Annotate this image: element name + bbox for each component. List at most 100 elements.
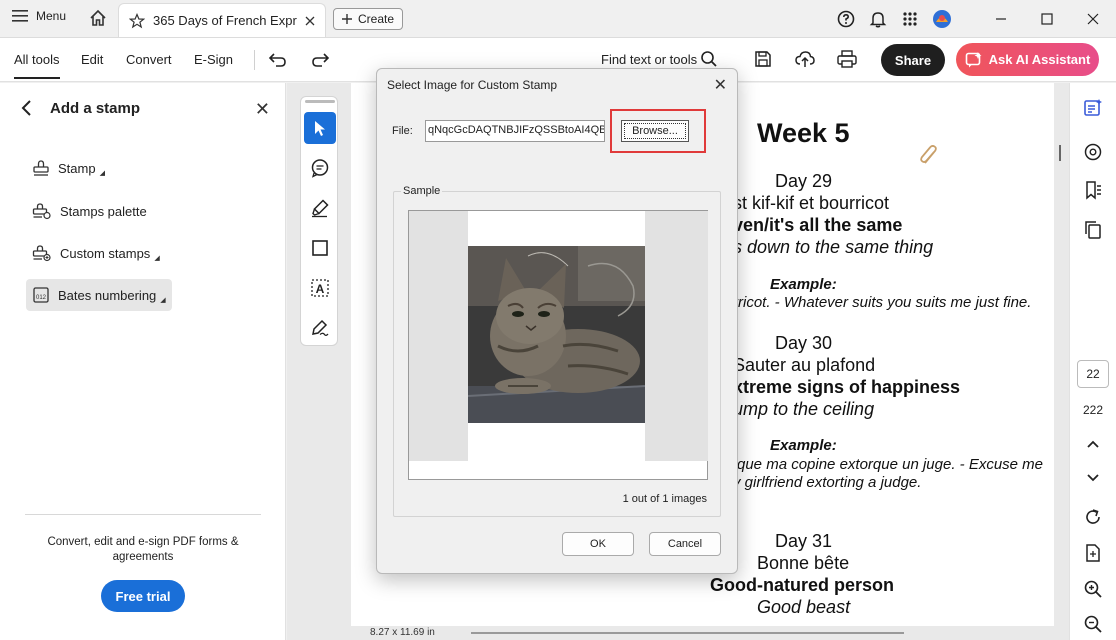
create-button[interactable]: Create — [333, 8, 403, 30]
apps-button[interactable] — [894, 0, 926, 38]
doc-line: ump to the ceiling — [733, 399, 875, 419]
pages-panel-button[interactable] — [1082, 219, 1104, 241]
bates-numbering-tool[interactable]: 012 Bates numbering ◢ — [26, 279, 172, 311]
search-icon[interactable] — [700, 50, 718, 68]
redo-icon[interactable] — [310, 52, 330, 68]
expand-caret-icon: ◢ — [99, 170, 105, 177]
share-button[interactable]: Share — [881, 44, 945, 76]
text-select-tool[interactable]: A — [304, 272, 336, 304]
tab-edit[interactable]: Edit — [81, 52, 103, 67]
tab-all-tools[interactable]: All tools — [14, 52, 60, 79]
expand-caret-icon: ◢ — [160, 297, 166, 304]
stamps-palette-tool[interactable]: Stamps palette — [26, 195, 153, 227]
save-icon[interactable] — [754, 50, 772, 68]
maximize-button[interactable] — [1024, 0, 1070, 38]
free-trial-button[interactable]: Free trial — [101, 580, 185, 612]
tab-convert[interactable]: Convert — [126, 52, 172, 67]
paperclip-icon[interactable] — [919, 143, 941, 167]
tab-title: 365 Days of French Expr... — [153, 13, 297, 28]
comment-at-icon — [1084, 143, 1102, 161]
preview-margin-right — [645, 211, 708, 461]
cat-photo-image — [468, 246, 645, 423]
ok-button[interactable]: OK — [562, 532, 634, 556]
highlight-tool[interactable] — [304, 192, 336, 224]
chevron-up-icon — [1087, 440, 1099, 448]
next-page-button[interactable] — [1082, 467, 1104, 489]
custom-stamps-icon — [32, 245, 51, 262]
dialog-close-icon[interactable]: ✕ — [714, 75, 727, 95]
page-fit-button[interactable] — [1082, 542, 1104, 564]
zoom-in-icon — [1084, 580, 1102, 598]
comments-panel-button[interactable] — [1082, 141, 1104, 163]
zoom-out-icon — [1084, 615, 1102, 633]
doc-line: que ma copine extorque un juge. - Excuse… — [737, 456, 1044, 473]
bookmarks-button[interactable] — [1082, 179, 1104, 201]
profile-button[interactable] — [926, 0, 958, 38]
menu-label: Menu — [36, 9, 67, 23]
image-preview — [408, 210, 708, 480]
doc-line: Example: — [770, 437, 837, 454]
close-tab-icon[interactable] — [305, 16, 315, 26]
vertical-scrollbar[interactable] — [1059, 145, 1061, 161]
bookmark-icon — [1086, 181, 1101, 200]
cloud-upload-icon[interactable] — [795, 50, 815, 68]
text-box-icon: A — [311, 279, 329, 297]
tab-e-sign[interactable]: E-Sign — [194, 52, 233, 67]
zoom-in-button[interactable] — [1082, 578, 1104, 600]
image-count: 1 out of 1 images — [622, 493, 707, 505]
cancel-button[interactable]: Cancel — [649, 532, 721, 556]
promo-text: Convert, edit and e-sign PDF forms & agr… — [47, 536, 239, 563]
page-number-input[interactable]: 22 — [1077, 360, 1109, 388]
menu-button[interactable]: Menu — [12, 9, 66, 23]
find-text-label[interactable]: Find text or tools — [601, 52, 697, 67]
notifications-button[interactable] — [862, 0, 894, 38]
close-window-button[interactable] — [1070, 0, 1116, 38]
zoom-out-button[interactable] — [1082, 613, 1104, 635]
title-bar: Menu 365 Days of French Expr... Create — [0, 0, 1116, 38]
star-icon[interactable] — [129, 12, 145, 29]
document-tab[interactable]: 365 Days of French Expr... — [118, 3, 326, 37]
back-arrow-icon[interactable] — [20, 99, 32, 117]
ai-summary-icon — [1084, 99, 1102, 116]
doc-line: Day 30 — [775, 333, 833, 353]
rotate-button[interactable] — [1082, 506, 1104, 528]
quick-tools-bar: A — [300, 96, 338, 346]
doc-line: xtreme signs of happiness — [733, 377, 961, 397]
create-label: Create — [357, 12, 395, 26]
panel-header: Add a stamp ✕ — [20, 99, 270, 120]
drag-handle[interactable] — [305, 100, 335, 103]
comment-tool[interactable] — [304, 152, 336, 184]
panel-close-icon[interactable]: ✕ — [255, 99, 270, 120]
horizontal-scrollbar[interactable] — [471, 632, 904, 634]
stamp-panel: Add a stamp ✕ Stamp ◢ Stamps palette Cus… — [0, 83, 286, 640]
sign-tool[interactable] — [304, 312, 336, 344]
bell-icon — [869, 12, 887, 28]
ai-assistant-button[interactable]: Ask AI Assistant — [956, 43, 1099, 76]
ai-assistant-icon — [965, 51, 982, 67]
stamp-tool[interactable]: Stamp ◢ — [26, 152, 111, 184]
bates-numbering-label: Bates numbering — [58, 287, 157, 303]
stamp-icon — [33, 160, 49, 176]
preview-margin-left — [409, 211, 468, 461]
browse-button[interactable]: Browse... — [621, 120, 689, 142]
undo-icon[interactable] — [268, 52, 288, 68]
custom-stamps-tool[interactable]: Custom stamps ◢ — [26, 237, 166, 269]
shape-tool[interactable] — [304, 232, 336, 264]
stamps-palette-label: Stamps palette — [60, 203, 147, 219]
chevron-down-icon — [1087, 474, 1099, 482]
ai-assistant-label: Ask AI Assistant — [988, 52, 1091, 67]
ai-summary-button[interactable] — [1082, 97, 1104, 119]
file-path-field[interactable]: qNqcGcDAQTNBJIFzQSSBtoAI4QBp0 — [425, 120, 605, 142]
minimize-button[interactable] — [978, 0, 1024, 38]
print-icon[interactable] — [837, 50, 857, 68]
previous-page-button[interactable] — [1082, 433, 1104, 455]
dialog-title: Select Image for Custom Stamp — [387, 78, 558, 92]
doc-line: y girlfriend extorting a judge. — [733, 474, 922, 491]
file-label-text: File: — [392, 125, 413, 137]
help-icon — [837, 10, 855, 28]
avatar-icon — [933, 10, 951, 28]
svg-text:A: A — [316, 282, 325, 296]
select-tool[interactable] — [304, 112, 336, 144]
help-button[interactable] — [830, 0, 862, 38]
home-button[interactable] — [88, 8, 108, 28]
